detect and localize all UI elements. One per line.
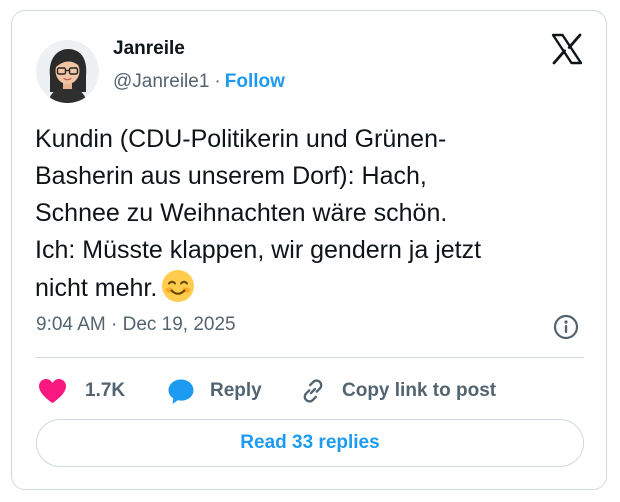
handle-separator: · bbox=[214, 71, 221, 92]
avatar[interactable] bbox=[36, 40, 99, 103]
heart-icon bbox=[38, 378, 67, 404]
tweet-line: Ich: Müsste klappen, wir gendern ja jetz… bbox=[35, 236, 482, 264]
like-count: 1.7K bbox=[85, 380, 126, 401]
tweet-line: Schnee zu Weihnachten wäre schön. bbox=[35, 199, 448, 227]
tweet-card: Janreile @Janreile1 · Follow Kundin (CDU-P… bbox=[11, 10, 607, 490]
copy-link-label: Copy link to post bbox=[342, 380, 497, 401]
info-icon[interactable] bbox=[553, 314, 579, 340]
avatar-image bbox=[36, 40, 99, 103]
tweet-line: Kundin (CDU-Politikerin und Grünen- bbox=[35, 125, 447, 153]
tweet-line-last: nicht mehr. bbox=[35, 269, 595, 314]
author-handle-row: @Janreile1 · Follow bbox=[113, 71, 285, 93]
like-button[interactable]: 1.7K bbox=[38, 371, 125, 411]
x-logo-icon[interactable] bbox=[550, 32, 584, 66]
tweet-line: nicht mehr. bbox=[35, 274, 158, 302]
reply-button[interactable]: Reply bbox=[167, 371, 262, 411]
author-display-name[interactable]: Janreile bbox=[113, 38, 185, 60]
link-icon bbox=[300, 378, 326, 404]
divider bbox=[36, 357, 584, 358]
tweet-line: Basherin aus unserem Dorf): Hach, bbox=[35, 162, 427, 190]
smiling-face-emoji-icon bbox=[161, 269, 195, 314]
speech-bubble-icon bbox=[167, 378, 195, 405]
reply-label: Reply bbox=[210, 380, 262, 401]
author-handle[interactable]: @Janreile1 bbox=[113, 71, 209, 92]
tweet-timestamp[interactable]: 9:04 AM · Dec 19, 2025 bbox=[36, 314, 236, 336]
follow-button[interactable]: Follow bbox=[225, 71, 285, 92]
copy-link-button[interactable]: Copy link to post bbox=[300, 371, 496, 411]
tweet-text: Kundin (CDU-Politikerin und Grünen- Bash… bbox=[35, 121, 595, 314]
read-replies-button[interactable]: Read 33 replies bbox=[36, 419, 584, 467]
